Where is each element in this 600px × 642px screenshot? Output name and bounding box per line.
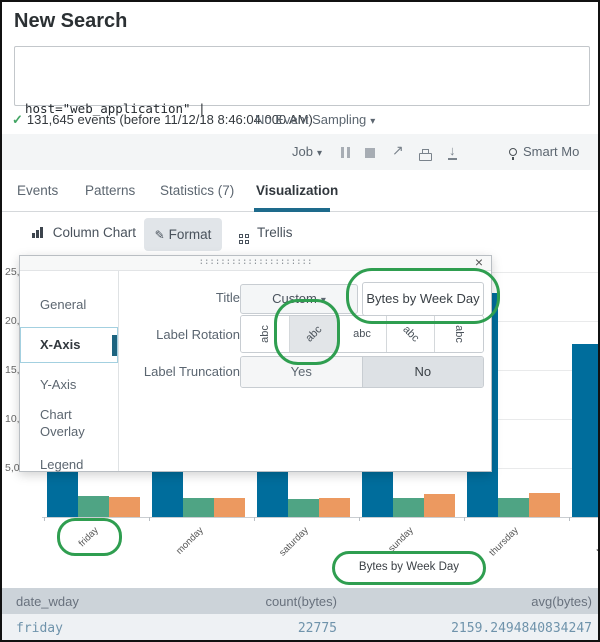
drag-handle-icon[interactable]: ::::::::::::::::::::: [20,256,491,269]
tab-events[interactable]: Events [17,183,58,198]
rotated-abc-label: abc [259,325,271,343]
x-axis-label-tuesday: tuesday [576,525,600,575]
chart-type-picker[interactable]: Column Chart [32,225,136,241]
x-axis-label-monday: monday [156,525,206,575]
x-tick-mark [254,517,255,521]
page-title: New Search [14,10,127,33]
x-tick-mark [464,517,465,521]
job-toolbar: Job▾ ↗ ↓ Smart Mo [2,134,600,170]
table-header-row: date_wdaycount(bytes)avg(bytes) [2,588,600,614]
bar-saturday-stdev(bytes)[interactable] [319,498,350,517]
rotation-option-0[interactable]: abc [338,316,387,352]
x-tick-mark [44,517,45,521]
table-header-cell[interactable]: avg(bytes) [337,594,600,609]
download-icon[interactable]: ↓ [448,143,457,158]
format-button[interactable]: ✎Format [144,218,222,251]
sidebar-item-general[interactable]: General [20,295,118,315]
bar-friday-stdev(bytes)[interactable] [109,497,140,517]
format-dialog: ::::::::::::::::::::: × GeneralX-AxisY-A… [19,255,492,472]
rotated-abc-label: abc [353,328,371,340]
title-mode-dropdown[interactable]: Custom▾ [240,284,358,314]
sidebar-item-legend[interactable]: Legend [20,455,118,475]
custom-title-input[interactable]: Bytes by Week Day [362,282,484,316]
x-axis-label-friday: friday [51,525,101,575]
label-rotation-group: abc abc abc abc abc [240,315,484,353]
x-tick-mark [569,517,570,521]
table-cell[interactable]: 22775 [212,621,337,636]
search-query-input[interactable]: host="web_application" | stats count(byt… [14,46,590,106]
x-axis-label-saturday: saturday [261,525,311,575]
sidebar-item-chart-overlay[interactable]: Chart Overlay [20,405,100,441]
x-tick-mark [359,517,360,521]
caret-down-icon: ▾ [321,295,326,306]
lightbulb-icon [509,148,517,156]
rotated-abc-label: abc [453,325,465,343]
bar-sunday-stdev(bytes)[interactable] [424,494,455,517]
tab-visualization[interactable]: Visualization [256,183,338,198]
bar-thursday-stdev(bytes)[interactable] [529,493,560,517]
x-tick-mark [149,517,150,521]
tab-statistics-[interactable]: Statistics (7) [160,183,234,198]
rotated-abc-label: abc [303,323,324,344]
dialog-sidebar: GeneralX-AxisY-AxisChart OverlayLegend [20,271,119,471]
rotation-option--45[interactable]: abc [290,316,339,352]
rotation-option--90[interactable]: abc [241,316,290,352]
caret-down-icon: ▾ [317,148,322,159]
visualization-toolbar: Column Chart ✎Format Trellis [2,212,600,257]
pencil-icon: ✎ [155,228,165,242]
smart-mode-button[interactable]: Smart Mo [509,144,579,159]
table-cell[interactable]: friday [2,621,212,636]
column-chart-icon [32,226,44,241]
bar-monday-stdev(bytes)[interactable] [214,498,245,517]
dialog-titlebar[interactable]: ::::::::::::::::::::: × [20,256,491,271]
x-axis-line [42,517,600,518]
stop-icon[interactable] [365,146,375,161]
selected-item-accent-bar [112,335,117,356]
check-icon: ✓ [12,112,23,127]
bar-friday-avg(bytes)[interactable] [78,496,109,517]
caret-down-icon: ▾ [370,116,375,127]
rotation-option-45[interactable]: abc [387,316,436,352]
truncation-option-no[interactable]: No [362,357,484,387]
truncation-row-label: Label Truncation [120,364,240,379]
bar-thursday-avg(bytes)[interactable] [498,498,529,517]
trellis-grid-icon [239,234,249,244]
pause-icon[interactable] [339,146,351,161]
tab-patterns[interactable]: Patterns [85,183,135,198]
statistics-table: date_wdaycount(bytes)avg(bytes) friday22… [2,588,600,642]
rotated-abc-label: abc [400,323,421,344]
x-axis-title: Bytes by Week Day [332,561,486,573]
results-tabs: Events Patterns Statistics (7) Visualizatio… [2,170,600,212]
table-header-cell[interactable]: count(bytes) [212,594,337,609]
rotation-option-90[interactable]: abc [435,316,483,352]
bar-saturday-avg(bytes)[interactable] [288,499,319,517]
table-header-cell[interactable]: date_wday [2,594,212,609]
truncation-option-yes[interactable]: Yes [241,357,362,387]
table-cell[interactable]: 2159.2494840834247 [337,621,600,636]
rotation-row-label: Label Rotation [120,327,240,342]
sidebar-item-y-axis[interactable]: Y-Axis [20,375,118,395]
trellis-button[interactable]: Trellis [239,225,293,244]
sidebar-item-x-axis[interactable]: X-Axis [20,327,118,363]
print-icon[interactable] [419,147,432,162]
bar-tuesday-count(bytes)[interactable] [572,344,600,517]
label-truncation-group: YesNo [240,356,484,388]
bar-monday-avg(bytes)[interactable] [183,498,214,517]
event-sampling-dropdown[interactable]: No Event Sampling▾ [255,112,375,127]
table-row: friday227752159.2494840834247 [2,614,600,642]
share-icon[interactable]: ↗ [392,142,404,159]
job-menu-button[interactable]: Job▾ [292,144,322,159]
close-icon[interactable]: × [475,255,483,270]
bar-sunday-avg(bytes)[interactable] [393,498,424,517]
splunk-search-window: New Search host="web_application" | stat… [0,0,600,642]
title-row-label: Title [120,290,240,305]
